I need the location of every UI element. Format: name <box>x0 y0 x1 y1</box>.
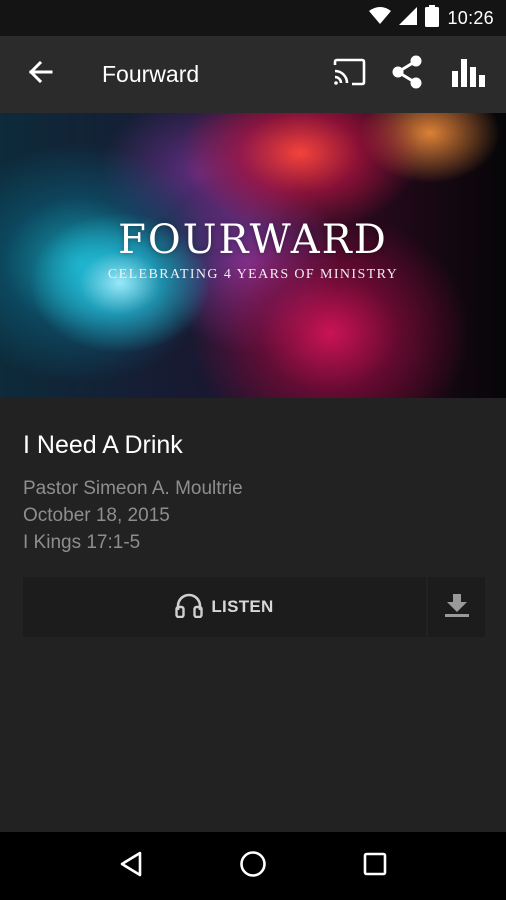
download-icon <box>444 592 470 623</box>
sermon-artwork: FOURWARD CELEBRATING 4 YEARS OF MINISTRY <box>0 113 506 398</box>
sermon-date: October 18, 2015 <box>23 505 170 526</box>
back-triangle-icon <box>119 851 143 882</box>
artwork-title: FOURWARD <box>118 217 388 263</box>
battery-icon <box>425 4 440 32</box>
nav-recents-button[interactable] <box>350 841 400 891</box>
download-button[interactable] <box>428 577 485 637</box>
home-circle-icon <box>239 850 267 883</box>
cell-signal-icon <box>399 6 418 30</box>
app-title: Fourward <box>102 61 200 87</box>
wifi-icon <box>369 6 392 30</box>
cast-icon <box>332 58 366 91</box>
arrow-back-icon <box>27 60 53 89</box>
stats-button[interactable] <box>436 36 506 113</box>
share-icon <box>391 55 423 94</box>
share-button[interactable] <box>378 36 436 113</box>
bar-chart-icon <box>451 57 485 92</box>
nav-back-button[interactable] <box>106 841 156 891</box>
nav-home-button[interactable] <box>228 841 278 891</box>
sermon-title: I Need A Drink <box>23 431 183 459</box>
listen-label: LISTEN <box>211 597 274 616</box>
screen: 10:26 Fourward FOURWARD CELEBRATING 4 YE… <box>0 0 506 900</box>
back-button[interactable] <box>0 36 80 113</box>
status-time: 10:26 <box>447 7 494 28</box>
recents-square-icon <box>363 852 387 881</box>
status-bar: 10:26 <box>0 0 506 36</box>
sermon-scripture: I Kings 17:1-5 <box>23 532 141 553</box>
listen-button[interactable]: LISTEN <box>23 577 426 637</box>
headphones-icon <box>175 592 204 623</box>
app-bar: Fourward <box>0 36 506 113</box>
artwork-subtitle: CELEBRATING 4 YEARS OF MINISTRY <box>107 267 399 282</box>
actions-row: LISTEN <box>23 577 485 637</box>
status-icons <box>369 4 440 32</box>
sermon-details: I Need A Drink Pastor Simeon A. Moultrie… <box>23 398 485 556</box>
sermon-speaker: Pastor Simeon A. Moultrie <box>23 478 243 499</box>
cast-button[interactable] <box>320 36 378 113</box>
navigation-bar <box>0 832 506 900</box>
